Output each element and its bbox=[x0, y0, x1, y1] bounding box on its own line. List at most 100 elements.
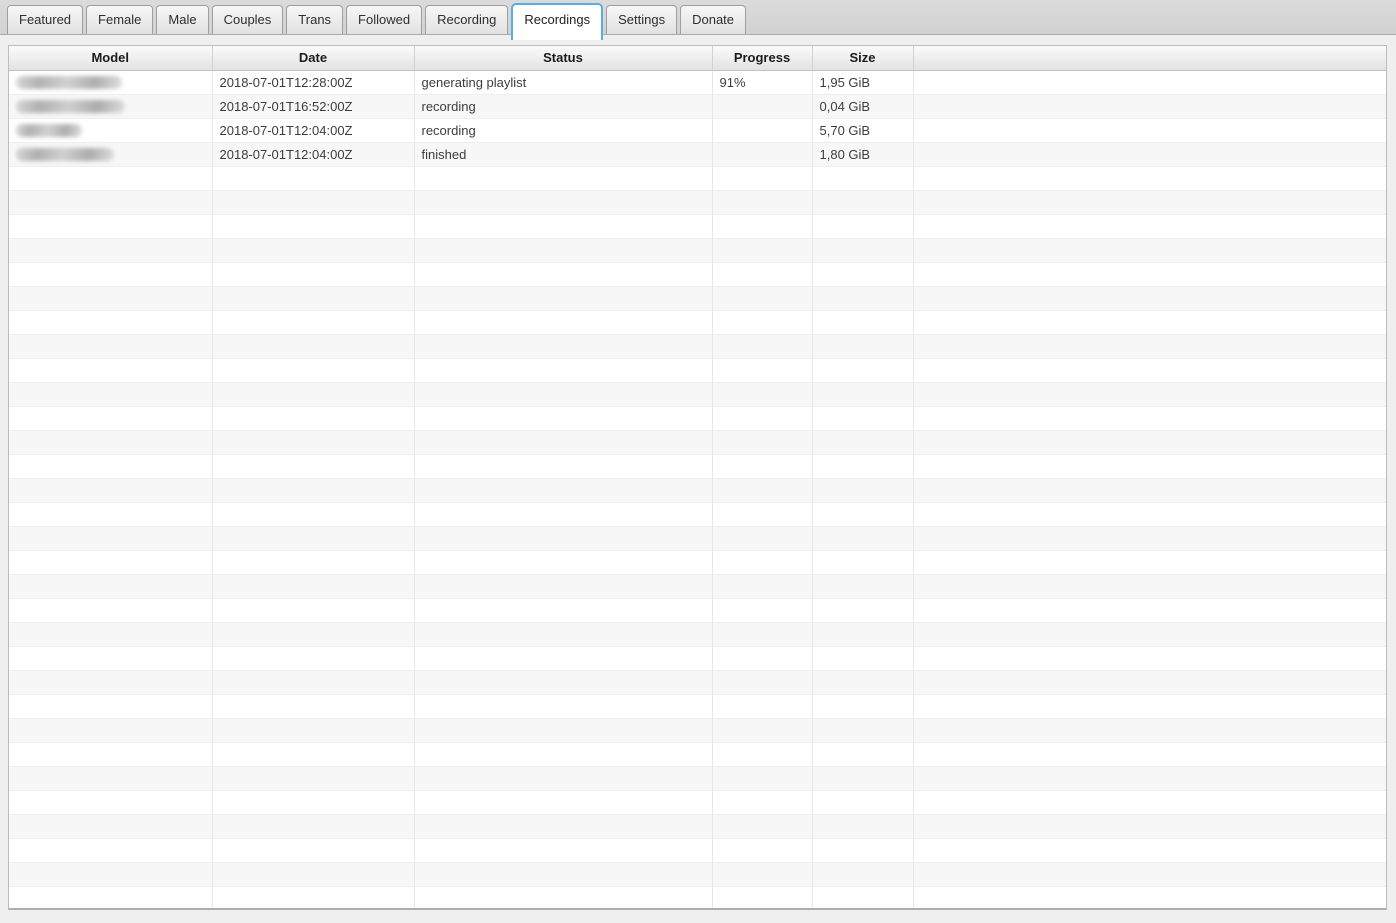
cell-size bbox=[812, 718, 913, 742]
table-row-empty[interactable] bbox=[9, 502, 1386, 526]
cell-size bbox=[812, 454, 913, 478]
column-header-extra[interactable] bbox=[913, 46, 1386, 70]
cell-status: recording bbox=[414, 94, 712, 118]
cell-model bbox=[9, 142, 212, 166]
cell-date bbox=[212, 718, 414, 742]
cell-progress bbox=[712, 694, 812, 718]
cell-date bbox=[212, 334, 414, 358]
table-row-empty[interactable] bbox=[9, 598, 1386, 622]
table-row-empty[interactable] bbox=[9, 526, 1386, 550]
column-header-size[interactable]: Size bbox=[812, 46, 913, 70]
table-row-empty[interactable] bbox=[9, 550, 1386, 574]
tab-recordings[interactable]: Recordings bbox=[511, 3, 603, 40]
table-row-empty[interactable] bbox=[9, 190, 1386, 214]
table-row-empty[interactable] bbox=[9, 454, 1386, 478]
cell-extra bbox=[913, 94, 1386, 118]
cell-size bbox=[812, 574, 913, 598]
tab-male[interactable]: Male bbox=[156, 5, 208, 34]
cell-size bbox=[812, 694, 913, 718]
cell-status bbox=[414, 310, 712, 334]
table-row[interactable]: 2018-07-01T16:52:00Z recording 0,04 GiB bbox=[9, 94, 1386, 118]
tab-recording[interactable]: Recording bbox=[425, 5, 508, 34]
table-row-empty[interactable] bbox=[9, 790, 1386, 814]
table-row-empty[interactable] bbox=[9, 766, 1386, 790]
table-row-empty[interactable] bbox=[9, 718, 1386, 742]
cell-model bbox=[9, 406, 212, 430]
table-row-empty[interactable] bbox=[9, 166, 1386, 190]
recordings-grid: ModelDateStatusProgressSize 2018-07-01T1… bbox=[9, 46, 1386, 910]
table-row-empty[interactable] bbox=[9, 310, 1386, 334]
tab-settings[interactable]: Settings bbox=[606, 5, 677, 34]
cell-extra bbox=[913, 550, 1386, 574]
cell-extra bbox=[913, 742, 1386, 766]
cell-size bbox=[812, 886, 913, 910]
cell-date bbox=[212, 430, 414, 454]
cell-progress bbox=[712, 574, 812, 598]
table-row[interactable]: 2018-07-01T12:28:00Z generating playlist… bbox=[9, 70, 1386, 94]
cell-size bbox=[812, 358, 913, 382]
cell-extra bbox=[913, 190, 1386, 214]
cell-model bbox=[9, 814, 212, 838]
cell-model bbox=[9, 166, 212, 190]
tab-couples[interactable]: Couples bbox=[212, 5, 284, 34]
table-row-empty[interactable] bbox=[9, 334, 1386, 358]
table-row[interactable]: 2018-07-01T12:04:00Z recording 5,70 GiB bbox=[9, 118, 1386, 142]
cell-status bbox=[414, 886, 712, 910]
table-row-empty[interactable] bbox=[9, 262, 1386, 286]
cell-date bbox=[212, 238, 414, 262]
table-row-empty[interactable] bbox=[9, 382, 1386, 406]
cell-extra bbox=[913, 694, 1386, 718]
cell-extra bbox=[913, 262, 1386, 286]
cell-date: 2018-07-01T12:04:00Z bbox=[212, 118, 414, 142]
table-row[interactable]: 2018-07-01T12:04:00Z finished 1,80 GiB bbox=[9, 142, 1386, 166]
table-row-empty[interactable] bbox=[9, 646, 1386, 670]
cell-size bbox=[812, 838, 913, 862]
cell-status bbox=[414, 502, 712, 526]
cell-size bbox=[812, 814, 913, 838]
cell-model bbox=[9, 94, 212, 118]
column-header-model[interactable]: Model bbox=[9, 46, 212, 70]
column-header-date[interactable]: Date bbox=[212, 46, 414, 70]
tab-trans[interactable]: Trans bbox=[286, 5, 343, 34]
cell-progress bbox=[712, 550, 812, 574]
column-header-progress[interactable]: Progress bbox=[712, 46, 812, 70]
cell-status bbox=[414, 790, 712, 814]
cell-model bbox=[9, 574, 212, 598]
cell-size bbox=[812, 406, 913, 430]
cell-model bbox=[9, 718, 212, 742]
table-row-empty[interactable] bbox=[9, 214, 1386, 238]
cell-date bbox=[212, 742, 414, 766]
cell-date bbox=[212, 574, 414, 598]
tab-featured[interactable]: Featured bbox=[7, 5, 83, 34]
table-row-empty[interactable] bbox=[9, 358, 1386, 382]
cell-progress bbox=[712, 862, 812, 886]
cell-extra bbox=[913, 238, 1386, 262]
table-row-empty[interactable] bbox=[9, 238, 1386, 262]
table-row-empty[interactable] bbox=[9, 574, 1386, 598]
cell-model bbox=[9, 646, 212, 670]
cell-status: finished bbox=[414, 142, 712, 166]
table-row-empty[interactable] bbox=[9, 838, 1386, 862]
table-row-empty[interactable] bbox=[9, 694, 1386, 718]
table-row-empty[interactable] bbox=[9, 862, 1386, 886]
cell-progress bbox=[712, 430, 812, 454]
tab-followed[interactable]: Followed bbox=[346, 5, 422, 34]
table-row-empty[interactable] bbox=[9, 742, 1386, 766]
table-row-empty[interactable] bbox=[9, 670, 1386, 694]
cell-progress bbox=[712, 598, 812, 622]
cell-date bbox=[212, 646, 414, 670]
column-header-status[interactable]: Status bbox=[414, 46, 712, 70]
table-row-empty[interactable] bbox=[9, 430, 1386, 454]
table-row-empty[interactable] bbox=[9, 814, 1386, 838]
cell-status bbox=[414, 742, 712, 766]
table-row-empty[interactable] bbox=[9, 406, 1386, 430]
cell-status bbox=[414, 166, 712, 190]
tab-female[interactable]: Female bbox=[86, 5, 153, 34]
cell-extra bbox=[913, 478, 1386, 502]
table-row-empty[interactable] bbox=[9, 478, 1386, 502]
table-row-empty[interactable] bbox=[9, 286, 1386, 310]
tab-donate[interactable]: Donate bbox=[680, 5, 746, 34]
table-row-empty[interactable] bbox=[9, 622, 1386, 646]
cell-model bbox=[9, 766, 212, 790]
table-row-empty[interactable] bbox=[9, 886, 1386, 910]
